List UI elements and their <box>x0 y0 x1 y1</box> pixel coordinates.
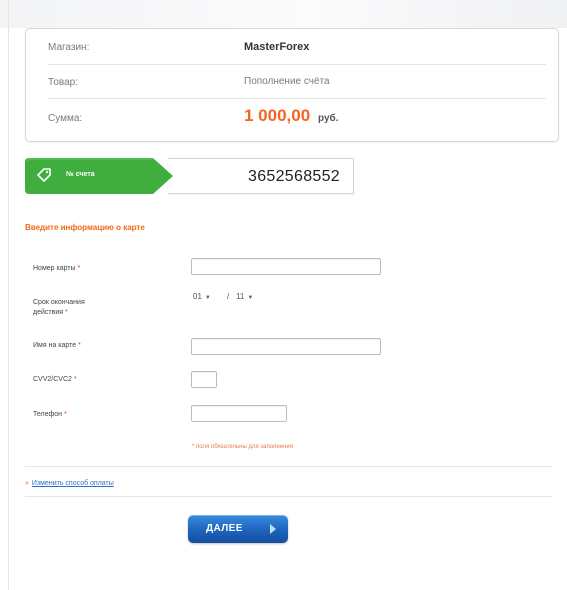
divider <box>25 466 552 467</box>
shop-value: MasterForex <box>244 41 310 53</box>
change-payment-method-label: Изменить способ оплаты <box>31 480 114 487</box>
account-number: 3652568552 <box>248 168 340 185</box>
card-number-label: Номер карты * <box>33 265 81 272</box>
arrow-right-icon <box>266 522 280 536</box>
divider <box>25 496 552 497</box>
cvv-input[interactable] <box>191 371 217 388</box>
row-divider <box>48 98 546 99</box>
cvv-label: CVV2/CVC2 * <box>33 376 77 383</box>
card-form-title: Введите информацию о карте <box>25 223 145 232</box>
sum-currency: руб. <box>318 113 339 124</box>
sum-amount: 1 000,00 <box>244 106 311 125</box>
expiry-year-select[interactable]: 11 ▼ <box>236 290 253 304</box>
page-header-band <box>0 0 567 28</box>
expiry-month-select[interactable]: 01 ▼ <box>193 290 211 304</box>
chevron-down-icon: ▼ <box>247 295 254 301</box>
sum-label: Сумма: <box>48 113 83 124</box>
account-label: № счета <box>66 171 95 178</box>
cardholder-input[interactable] <box>191 338 381 355</box>
next-button[interactable]: ДАЛЕЕ <box>188 515 288 543</box>
phone-label: Телефон * <box>33 411 67 418</box>
bullet-icon: » <box>25 480 29 487</box>
phone-input[interactable] <box>191 405 287 422</box>
next-button-label: ДАЛЕЕ <box>206 523 243 534</box>
expiry-label: Срок окончания действия * <box>33 299 85 316</box>
cardholder-label: Имя на карте * <box>33 342 81 349</box>
card-number-input[interactable] <box>191 258 381 275</box>
price-tag-icon <box>37 168 51 182</box>
product-label: Товар: <box>48 77 78 88</box>
chevron-down-icon: ▼ <box>204 295 211 301</box>
order-summary: Магазин: MasterForex Товар: Пополнение с… <box>25 28 559 142</box>
shop-label: Магазин: <box>48 42 90 53</box>
expiry-separator: / <box>227 292 230 301</box>
required-fields-note: * поля обязательны для заполнения <box>192 444 293 450</box>
page-left-border <box>8 0 9 590</box>
row-divider <box>48 64 546 65</box>
product-value: Пополнение счёта <box>244 76 330 87</box>
change-payment-method-link[interactable]: » Изменить способ оплаты <box>25 480 114 487</box>
